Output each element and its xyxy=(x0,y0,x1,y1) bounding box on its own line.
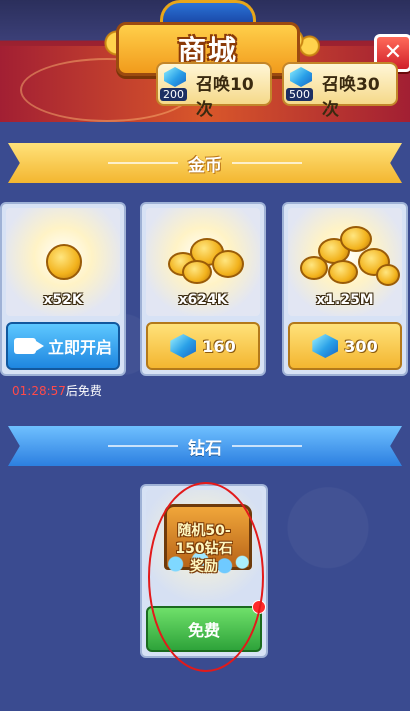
gold-amount: x1.25M xyxy=(316,292,374,308)
coin-icon xyxy=(212,250,244,278)
diamond-section-title: 钻石 xyxy=(188,438,222,459)
coin-icon xyxy=(376,264,400,286)
video-icon xyxy=(13,338,44,354)
ribbon-ornament-right xyxy=(232,162,302,164)
ribbon-ornament-right xyxy=(232,445,302,447)
diamond-icon xyxy=(312,334,339,358)
diamond-icon xyxy=(170,334,197,358)
gold-amount: x52K xyxy=(43,292,83,308)
highlight-annotation xyxy=(148,482,264,672)
gold-item-card: x1.25M 300 xyxy=(282,202,408,376)
timer-suffix: 后免费 xyxy=(65,384,102,398)
gold-price: 300 xyxy=(344,336,378,356)
diamond-icon xyxy=(164,67,186,87)
gold-price: 160 xyxy=(202,336,236,356)
diamond-section-header: 钻石 xyxy=(8,426,402,466)
coin-icon xyxy=(182,260,212,284)
summon-10-label: 召唤10次 xyxy=(196,75,254,120)
summon-30-button[interactable]: 500 召唤30次 xyxy=(282,62,398,120)
buy-gold-button[interactable]: 160 xyxy=(146,322,260,370)
summon-30-label: 召唤30次 xyxy=(322,75,380,120)
summon-10-button[interactable]: 200 召唤10次 xyxy=(156,62,272,120)
gold-amount: x624K xyxy=(178,292,228,308)
summon-30-cost: 500 xyxy=(286,88,313,101)
coin-icon xyxy=(328,260,358,284)
buy-gold-button[interactable]: 300 xyxy=(288,322,402,370)
ribbon-ornament-left xyxy=(108,445,178,447)
free-timer: 01:28:57后免费 xyxy=(12,382,102,399)
timer-countdown: 01:28:57 xyxy=(12,384,66,398)
watch-video-label: 立即开启 xyxy=(47,338,112,357)
coin-icon xyxy=(46,244,82,280)
gold-section-title: 金币 xyxy=(188,155,222,176)
gold-item-card: x52K 立即开启 xyxy=(0,202,126,376)
gold-section-header: 金币 xyxy=(8,143,402,183)
close-icon: ✕ xyxy=(383,40,403,65)
diamond-icon xyxy=(290,67,312,87)
ribbon-ornament-left xyxy=(108,162,178,164)
summon-10-cost: 200 xyxy=(160,88,187,101)
watch-video-button[interactable]: 立即开启 xyxy=(6,322,120,370)
gold-item-card: x624K 160 xyxy=(140,202,266,376)
